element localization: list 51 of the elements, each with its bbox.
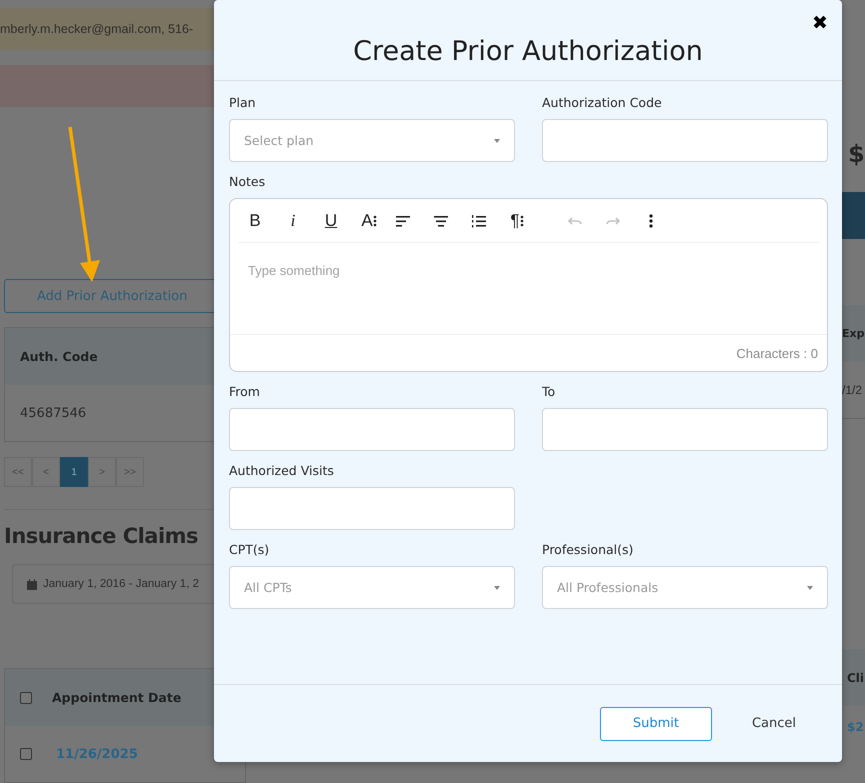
editor-placeholder: Type something [248, 263, 340, 278]
field-label: Authorization Code [542, 95, 663, 110]
italic-button[interactable]: i [276, 206, 310, 236]
caret-icon [494, 138, 500, 142]
select-field[interactable]: All CPTs [229, 566, 515, 609]
checkbox[interactable] [20, 692, 32, 704]
column-header: Appointment Date [52, 690, 182, 705]
action-bar[interactable] [842, 192, 865, 239]
caret-icon [807, 586, 813, 590]
calendar-icon [27, 578, 37, 590]
input-field[interactable] [542, 119, 828, 162]
dots-icon [520, 214, 524, 226]
underline-button[interactable]: U [314, 206, 348, 236]
page-button[interactable]: > [88, 457, 116, 487]
input-field[interactable] [542, 408, 828, 451]
bold-button[interactable]: B [238, 206, 272, 236]
column-header: Exp [842, 327, 864, 340]
page-button[interactable]: < [32, 457, 60, 487]
input-field[interactable] [229, 408, 515, 451]
select-field[interactable]: All Professionals [542, 566, 828, 609]
notes-editor[interactable]: B i U A ¶ Type something Characters : 0 [229, 198, 828, 372]
table-cell: 45687546 [20, 406, 86, 420]
character-count: Characters : 0 [736, 346, 818, 360]
field-label: Notes [229, 174, 266, 189]
page-button[interactable]: >> [116, 457, 144, 487]
amount-text: $ [847, 140, 865, 168]
more-icon [649, 214, 653, 228]
field-label: To [542, 384, 556, 399]
submit-button[interactable]: Submit [600, 706, 712, 740]
select-field[interactable]: Select plan [229, 119, 515, 162]
checkbox[interactable] [20, 748, 32, 760]
dots-icon [372, 214, 377, 226]
field-label: Authorized Visits [229, 463, 335, 478]
table-cell: /1/2 [842, 383, 862, 397]
page-button[interactable]: 1 [60, 457, 88, 487]
paragraph-button[interactable]: ¶ [500, 206, 534, 236]
dialog-title: Create Prior Authorization [353, 36, 703, 66]
input-field[interactable] [229, 487, 515, 530]
field-label: From [229, 384, 261, 399]
font-size-button[interactable]: A [352, 206, 386, 236]
cancel-button[interactable]: Cancel [752, 706, 796, 740]
field-label: CPT(s) [229, 542, 270, 557]
column-header: Cli [847, 670, 864, 684]
section-title: Insurance Claims [4, 524, 200, 548]
page-button[interactable]: << [4, 457, 32, 487]
caret-icon [494, 586, 500, 590]
contact-text: mberly.m.hecker@gmail.com, 516- [0, 22, 194, 36]
column-header: Auth. Code [20, 349, 98, 364]
field-label: Plan [229, 95, 257, 110]
field-label: Professional(s) [542, 542, 634, 557]
close-button[interactable]: ✖ [812, 14, 828, 33]
